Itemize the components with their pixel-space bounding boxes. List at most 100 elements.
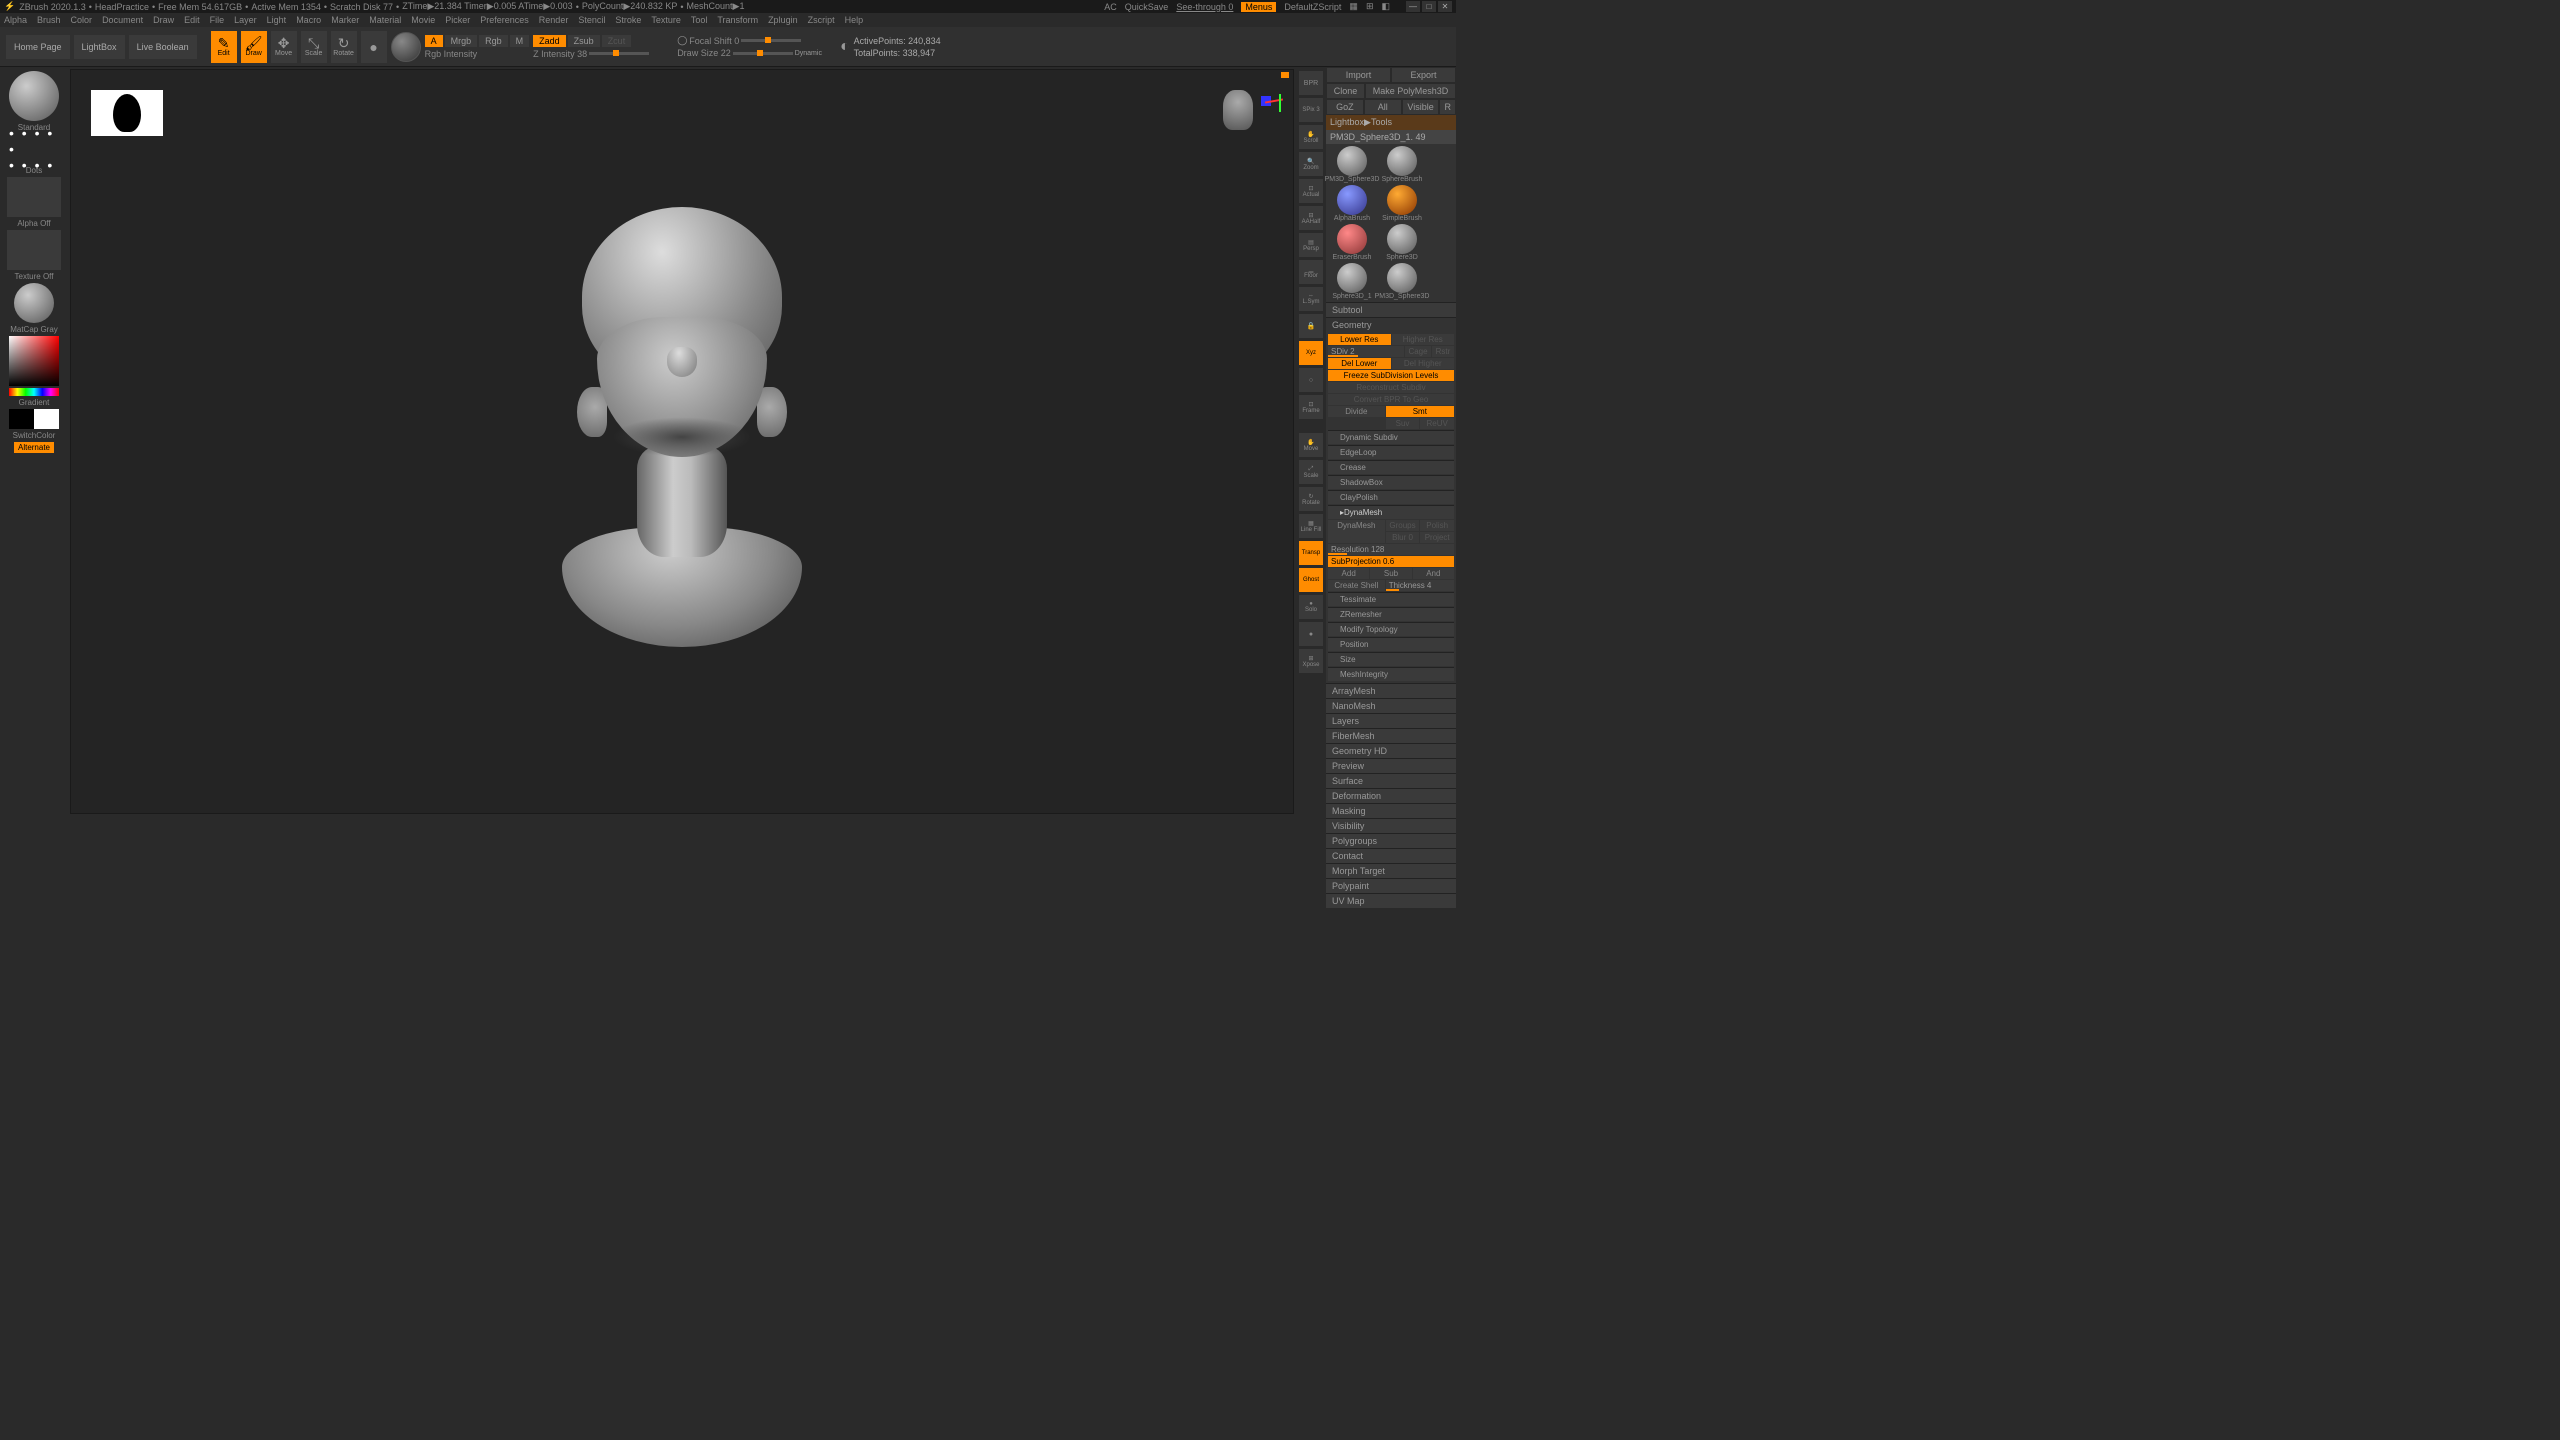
preview-section[interactable]: Preview: [1326, 758, 1456, 773]
aahalf-button[interactable]: ⊟AAHalf: [1299, 206, 1323, 230]
hue-strip[interactable]: [9, 388, 59, 396]
menu-edit[interactable]: Edit: [184, 15, 200, 25]
polyf-button[interactable]: ●: [1299, 622, 1323, 646]
draw-mode-button[interactable]: 🖌Draw: [241, 31, 267, 63]
contact-section[interactable]: Contact: [1326, 848, 1456, 863]
sdiv-slider[interactable]: SDiv 2: [1328, 346, 1404, 357]
tool-name-header[interactable]: PM3D_Sphere3D_1. 49: [1326, 130, 1456, 144]
bpr-button[interactable]: BPR: [1299, 71, 1323, 95]
polygroups-section[interactable]: Polygroups: [1326, 833, 1456, 848]
freeze-subdiv-button[interactable]: Freeze SubDivision Levels: [1328, 370, 1454, 381]
rgb-mode[interactable]: Rgb: [479, 35, 508, 47]
alternate-button[interactable]: Alternate: [14, 442, 54, 453]
scale-mode-button[interactable]: ⤡Scale: [301, 31, 327, 63]
rotate-mode-button[interactable]: ↻Rotate: [331, 31, 357, 63]
menu-macro[interactable]: Macro: [296, 15, 321, 25]
menu-zplugin[interactable]: Zplugin: [768, 15, 798, 25]
menu-render[interactable]: Render: [539, 15, 569, 25]
menu-material[interactable]: Material: [369, 15, 401, 25]
divide-button[interactable]: Divide: [1328, 406, 1385, 417]
arraymesh-section[interactable]: ArrayMesh: [1326, 683, 1456, 698]
seethrough-slider[interactable]: See-through 0: [1176, 2, 1233, 12]
smt-button[interactable]: Smt: [1386, 406, 1454, 417]
size-section[interactable]: Size: [1328, 652, 1454, 666]
floor-button[interactable]: ▁Floor: [1299, 260, 1323, 284]
menu-picker[interactable]: Picker: [445, 15, 470, 25]
rgb-intensity-label[interactable]: Rgb Intensity: [425, 49, 530, 59]
z-intensity-slider[interactable]: Z Intensity 38: [533, 49, 587, 59]
geometryhd-section[interactable]: Geometry HD: [1326, 743, 1456, 758]
switch-color[interactable]: [9, 409, 59, 429]
menu-stroke[interactable]: Stroke: [615, 15, 641, 25]
lsym-button[interactable]: ⇔L.Sym: [1299, 287, 1323, 311]
polypaint-section[interactable]: Polypaint: [1326, 878, 1456, 893]
layout2-icon[interactable]: ◧: [1381, 1, 1390, 12]
search-button[interactable]: ○: [1299, 368, 1323, 392]
menu-file[interactable]: File: [210, 15, 225, 25]
xpose-button[interactable]: ⊞Xpose: [1299, 649, 1323, 673]
stroke-selector[interactable]: • • • • •• • • •: [9, 134, 59, 164]
zcut-mode[interactable]: Zcut: [602, 35, 632, 47]
geometry-section[interactable]: Geometry: [1326, 317, 1456, 332]
m-mode[interactable]: M: [510, 35, 530, 47]
menu-light[interactable]: Light: [267, 15, 287, 25]
mrgb-mode[interactable]: Mrgb: [445, 35, 478, 47]
make-polymesh-button[interactable]: Make PolyMesh3D: [1365, 83, 1456, 99]
resolution-slider[interactable]: Resolution 128: [1328, 544, 1454, 555]
quicksave-button[interactable]: QuickSave: [1125, 2, 1169, 12]
clone-button[interactable]: Clone: [1326, 83, 1365, 99]
position-section[interactable]: Position: [1328, 637, 1454, 651]
tool-item[interactable]: AlphaBrush: [1328, 185, 1376, 222]
minimize-button[interactable]: —: [1406, 1, 1420, 12]
sculptris-button[interactable]: [391, 32, 421, 62]
imm-icon[interactable]: ◐: [840, 38, 850, 56]
canvas-viewport[interactable]: [70, 69, 1294, 814]
menu-document[interactable]: Document: [102, 15, 143, 25]
cam-move-button[interactable]: ✋Move: [1299, 433, 1323, 457]
export-button[interactable]: Export: [1391, 67, 1456, 83]
menu-help[interactable]: Help: [845, 15, 864, 25]
gradient-label[interactable]: Gradient: [19, 398, 50, 407]
tool-item[interactable]: EraserBrush: [1328, 224, 1376, 261]
zadd-mode[interactable]: Zadd: [533, 35, 566, 47]
menu-brush[interactable]: Brush: [37, 15, 61, 25]
lightbox-button[interactable]: LightBox: [74, 35, 125, 59]
a-mode[interactable]: A: [425, 35, 443, 47]
brush-selector[interactable]: [9, 71, 59, 121]
focal-shift-slider[interactable]: Focal Shift 0: [689, 36, 739, 46]
subprojection-slider[interactable]: SubProjection 0.6: [1328, 556, 1454, 567]
dynamesh-section[interactable]: ▸DynaMesh: [1328, 505, 1454, 519]
menu-tool[interactable]: Tool: [691, 15, 708, 25]
goz-button[interactable]: GoZ: [1326, 99, 1364, 115]
move-mode-button[interactable]: ✥Move: [271, 31, 297, 63]
masking-section[interactable]: Masking: [1326, 803, 1456, 818]
reconstruct-button[interactable]: Reconstruct Subdiv: [1328, 382, 1454, 393]
sculpt-mesh[interactable]: [532, 167, 832, 667]
menu-stencil[interactable]: Stencil: [578, 15, 605, 25]
default-zscript[interactable]: DefaultZScript: [1284, 2, 1341, 12]
subtool-section[interactable]: Subtool: [1326, 302, 1456, 317]
lightbox-tools-header[interactable]: Lightbox▶Tools: [1326, 115, 1456, 130]
thickness-slider[interactable]: Thickness 4: [1386, 580, 1454, 591]
tool-item[interactable]: SphereBrush: [1378, 146, 1426, 183]
scroll-button[interactable]: ✋Scroll: [1299, 125, 1323, 149]
delhigher-button[interactable]: Del Higher: [1392, 358, 1455, 369]
material-selector[interactable]: [14, 283, 54, 323]
frame-button[interactable]: ⊡Frame: [1299, 395, 1323, 419]
surface-section[interactable]: Surface: [1326, 773, 1456, 788]
zremesher-section[interactable]: ZRemesher: [1328, 607, 1454, 621]
uvmap-section[interactable]: UV Map: [1326, 893, 1456, 908]
fibermesh-section[interactable]: FiberMesh: [1326, 728, 1456, 743]
goz-all-button[interactable]: All: [1364, 99, 1402, 115]
tool-item[interactable]: PM3D_Sphere3D: [1328, 146, 1376, 183]
lowerres-button[interactable]: Lower Res: [1328, 334, 1391, 345]
shadowbox-section[interactable]: ShadowBox: [1328, 475, 1454, 489]
import-button[interactable]: Import: [1326, 67, 1391, 83]
sub-button[interactable]: Sub: [1370, 568, 1411, 579]
home-page-button[interactable]: Home Page: [6, 35, 70, 59]
cam-rotate-button[interactable]: ↻Rotate: [1299, 487, 1323, 511]
tool-item[interactable]: Sphere3D_1: [1328, 263, 1376, 300]
close-button[interactable]: ✕: [1438, 1, 1452, 12]
zsub-mode[interactable]: Zsub: [568, 35, 600, 47]
lock-button[interactable]: 🔒: [1299, 314, 1323, 338]
